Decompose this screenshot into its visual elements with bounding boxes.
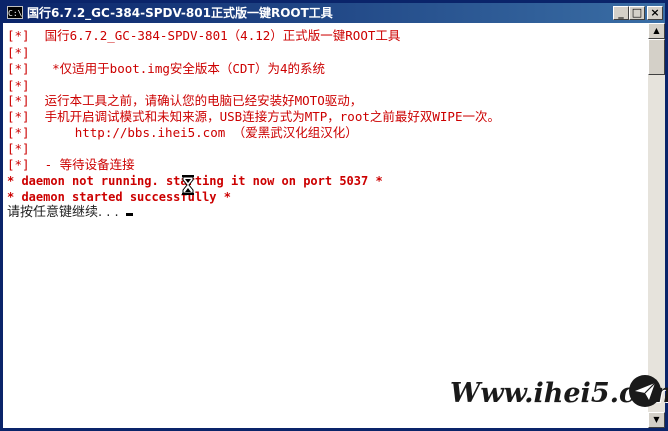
console-line: [*] 手机开启调试模式和未知来源，USB连接方式为MTP，root之前最好双W… <box>7 109 500 124</box>
console-prompt: 请按任意键继续. . . <box>7 205 123 220</box>
maximize-button[interactable]: □ <box>629 6 645 20</box>
scroll-down-button[interactable]: ▼ <box>648 412 665 428</box>
console-app-icon[interactable]: C:\ <box>7 6 23 19</box>
console-line: [*] - 等待设备连接 <box>7 157 135 172</box>
console-window: C:\ 国行6.7.2_GC-384-SPDV-801正式版一键ROOT工具 _… <box>0 0 668 431</box>
console-prompt-line: 请按任意键继续. . . <box>7 205 133 221</box>
text-cursor <box>125 213 133 216</box>
close-button[interactable]: × <box>647 6 663 20</box>
scroll-thumb[interactable] <box>648 39 665 75</box>
console-line: [*] <box>7 78 30 93</box>
console-line: [*] *仅适用于boot.img安全版本（CDT）为4的系统 <box>7 61 325 76</box>
console-line: [*] <box>7 45 30 60</box>
console-line: [*] http://bbs.ihei5.com （爱黑武汉化组汉化） <box>7 125 358 140</box>
window-title: 国行6.7.2_GC-384-SPDV-801正式版一键ROOT工具 <box>27 6 333 20</box>
hourglass-icon <box>182 175 194 195</box>
paper-plane-icon <box>629 375 661 407</box>
console-line: [*] 国行6.7.2_GC-384-SPDV-801（4.12）正式版一键RO… <box>7 28 401 43</box>
minimize-button[interactable]: _ <box>613 6 629 20</box>
scroll-up-button[interactable]: ▲ <box>648 23 665 39</box>
vertical-scrollbar[interactable]: ▲ ▼ <box>648 23 665 428</box>
console-line: [*] <box>7 141 30 156</box>
console-line: * daemon started successfully * <box>7 190 231 204</box>
console-line: [*] 运行本工具之前，请确认您的电脑已经安装好MOTO驱动， <box>7 93 363 108</box>
title-bar[interactable]: C:\ 国行6.7.2_GC-384-SPDV-801正式版一键ROOT工具 _… <box>3 3 665 23</box>
console-output[interactable]: [*] 国行6.7.2_GC-384-SPDV-801（4.12）正式版一键RO… <box>3 23 648 428</box>
